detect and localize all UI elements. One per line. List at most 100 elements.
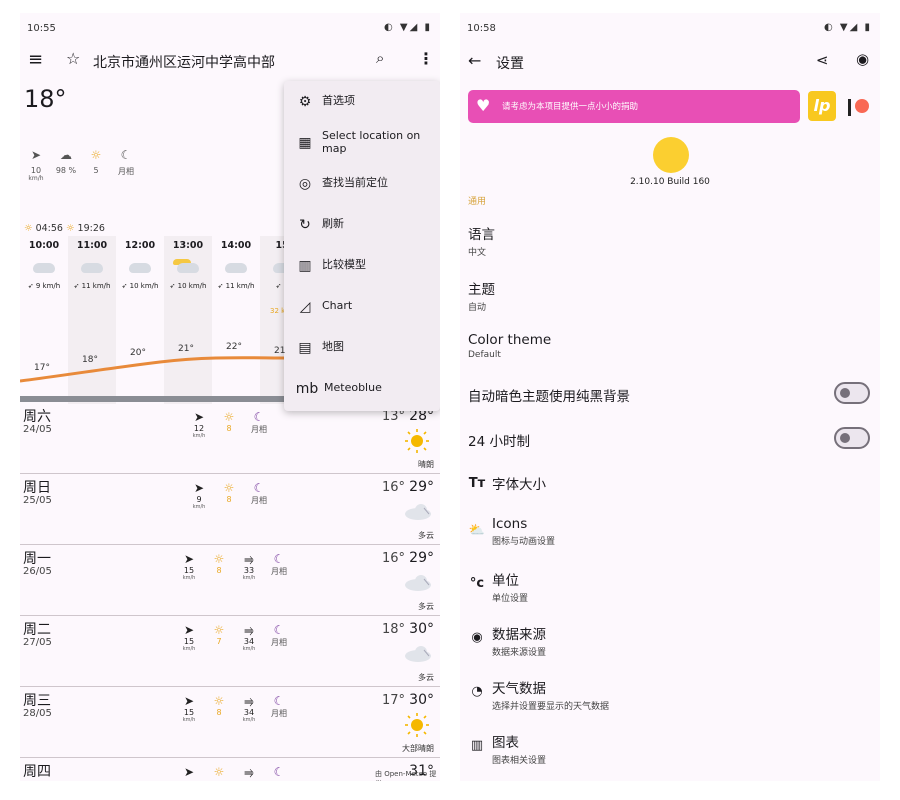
day-date: 24/05 xyxy=(23,424,52,435)
setting-item[interactable]: 单位 单位设置 xyxy=(492,569,872,604)
day-temperature: 16° 29° xyxy=(382,479,434,495)
day-row[interactable]: 周三 28/05 ➤ 15 km/h ☼ 8 ⥤ 34 km/h ☾ 月相 17° 30° 大部晴朗 xyxy=(20,688,440,758)
setting-subtitle: 中文 xyxy=(468,248,487,258)
setting-item[interactable]: 字体大小 xyxy=(492,473,872,493)
day-row[interactable]: 周日 25/05 ➤ 9 km/h ☼ 8 ☾ 月相 16° 29° 多云 xyxy=(20,475,440,545)
setting-subtitle: 图表相关设置 xyxy=(492,756,547,766)
menu-item-label: 首选项 xyxy=(322,94,355,107)
day-sun-value: 8 xyxy=(226,424,232,433)
search-icon[interactable]: ⌕ xyxy=(376,49,384,67)
sun-icon: ☼ xyxy=(213,623,225,637)
day-sun: ☼ 8 xyxy=(206,552,232,575)
day-wind: ➤ 15 km/h xyxy=(176,552,202,581)
status-time: 10:58 xyxy=(467,23,496,34)
day-name: 周二 xyxy=(23,622,51,638)
current-value: 98 % xyxy=(55,166,77,175)
setting-title: 图表 xyxy=(492,735,519,751)
hour-temperature: 21° xyxy=(178,344,194,354)
cloudy-icon xyxy=(402,570,432,596)
area-chart-icon: ◿ xyxy=(299,299,311,315)
day-gust-value: 33 xyxy=(243,566,255,575)
setting-item[interactable]: 语言 中文 xyxy=(468,223,872,258)
status-bar: 10:58 ◐ ▼◢ ▮ xyxy=(460,13,880,41)
setting-title: 数据来源 xyxy=(492,627,546,643)
day-row[interactable]: 周二 27/05 ➤ 15 km/h ☼ 7 ⥤ 34 km/h ☾ 月相 18° 30° 多云 xyxy=(20,617,440,687)
day-high: 29° xyxy=(409,550,434,566)
donate-banner[interactable]: ♥ 请考虑为本项目提供一点小小的捐助 xyxy=(468,90,800,123)
location-title[interactable]: 北京市通州区运河中学高中部 xyxy=(93,52,275,72)
day-row[interactable]: 周六 24/05 ➤ 12 km/h ☼ 8 ☾ 月相 13° 28° 晴朗 xyxy=(20,404,440,474)
day-moon: ☾ 月相 xyxy=(246,410,272,435)
day-moon-label: 月相 xyxy=(251,425,267,434)
patreon-icon[interactable] xyxy=(846,97,872,117)
weather-icons-icon: ⛅ xyxy=(468,523,486,538)
day-wind-speed: 12 xyxy=(193,424,205,433)
menu-hamburger-icon[interactable]: ≡ xyxy=(28,49,43,70)
menu-item-settings-gear[interactable]: ⚙ 首选项 xyxy=(284,81,440,122)
heart-icon: ♥ xyxy=(476,96,491,115)
setting-item[interactable]: Icons 图标与动画设置 xyxy=(492,516,872,547)
setting-toggle-item[interactable]: 24 小时制 xyxy=(468,430,872,450)
share-icon[interactable]: ⋖ xyxy=(816,51,829,69)
wind-arrow-icon: ➤ xyxy=(183,552,195,566)
liberapay-button[interactable]: lp xyxy=(808,91,836,121)
day-gust: ⥤ 34 km/h xyxy=(236,694,262,723)
setting-item[interactable]: 数据来源 数据来源设置 xyxy=(492,623,872,658)
overflow-menu-icon[interactable]: ⋮ xyxy=(418,49,434,68)
day-gust-value: 34 xyxy=(243,637,255,646)
sun-times: ☼ 04:56 ☼ 19:26 xyxy=(24,223,105,234)
sun-icon: ☼ xyxy=(213,694,225,708)
setting-item[interactable]: 图表 图表相关设置 xyxy=(492,731,872,766)
wind-arrow-icon: ➤ xyxy=(193,410,205,424)
menu-item-add-location-map[interactable]: ▦ Select location on map xyxy=(284,122,440,163)
setting-title: Icons xyxy=(492,516,528,532)
sun-icon: ☼ xyxy=(223,481,235,495)
setting-toggle-item[interactable]: 自动暗色主题使用纯黑背景 xyxy=(468,385,872,405)
github-icon[interactable]: ◉ xyxy=(856,50,869,68)
menu-item-label: Meteoblue xyxy=(324,381,382,394)
day-moon: ☾ 月相 xyxy=(266,694,292,719)
top-app-bar: ≡ ☆ 北京市通州区运河中学高中部 ⌕ ⋮ xyxy=(20,45,440,75)
toggle-knob xyxy=(840,433,850,443)
menu-item-meteoblue-logo[interactable]: mb Meteoblue xyxy=(284,368,440,409)
hour-temperature: 22° xyxy=(226,342,242,352)
day-low: 16° xyxy=(381,551,406,566)
setting-item[interactable]: 天气数据 选择并设置要显示的天气数据 xyxy=(492,677,872,712)
section-header-general: 通用 xyxy=(468,197,487,207)
wind-arrow-icon: ➤ xyxy=(183,623,195,637)
day-date: 27/05 xyxy=(23,637,52,648)
moon-icon: ☾ xyxy=(273,552,285,566)
setting-title: 天气数据 xyxy=(492,681,546,697)
favorite-star-icon[interactable]: ☆ xyxy=(66,49,80,68)
page-title: 设置 xyxy=(496,56,524,72)
menu-item-bar-chart[interactable]: ▥ 比较模型 xyxy=(284,245,440,286)
day-name: 周一 xyxy=(23,551,51,567)
day-moon-label: 月相 xyxy=(271,709,287,718)
sunrise-time: 04:56 xyxy=(35,223,63,234)
day-sun: ☼ 8 xyxy=(206,694,232,717)
menu-item-area-chart[interactable]: ◿ Chart xyxy=(284,286,440,327)
setting-subtitle: Default xyxy=(468,350,501,360)
menu-item-map[interactable]: ▤ 地图 xyxy=(284,327,440,368)
toggle-switch[interactable] xyxy=(834,382,870,404)
menu-item-refresh[interactable]: ↻ 刷新 xyxy=(284,204,440,245)
back-arrow-icon[interactable]: ← xyxy=(468,51,481,70)
sunset-icon: ☼ xyxy=(65,223,75,234)
overflow-menu: ⚙ 首选项 ▦ Select location on map ◎ 查找当前定位 ↻ 刷新 ▥ 比较… xyxy=(284,81,440,411)
setting-item[interactable]: 主题 自动 xyxy=(468,278,872,313)
wind-unit: km/h xyxy=(182,575,196,581)
setting-title: 24 小时制 xyxy=(468,434,530,450)
setting-title: 语言 xyxy=(468,227,495,243)
setting-item[interactable]: Color theme Default xyxy=(468,332,872,360)
day-condition: 晴朗 xyxy=(418,460,434,469)
moon-icon: ☾ xyxy=(253,410,265,424)
menu-item-label: 刷新 xyxy=(322,217,344,230)
weather-data-icon: ◔ xyxy=(471,684,483,699)
day-high: 30° xyxy=(409,621,434,637)
hour-temperature: 18° xyxy=(82,355,98,365)
day-wind: ➤ xyxy=(176,765,202,779)
menu-item-gps-locate[interactable]: ◎ 查找当前定位 xyxy=(284,163,440,204)
menu-item-label: 地图 xyxy=(322,340,344,353)
day-row[interactable]: 周一 26/05 ➤ 15 km/h ☼ 8 ⥤ 33 km/h ☾ 月相 16° 29° 多云 xyxy=(20,546,440,616)
toggle-switch[interactable] xyxy=(834,427,870,449)
